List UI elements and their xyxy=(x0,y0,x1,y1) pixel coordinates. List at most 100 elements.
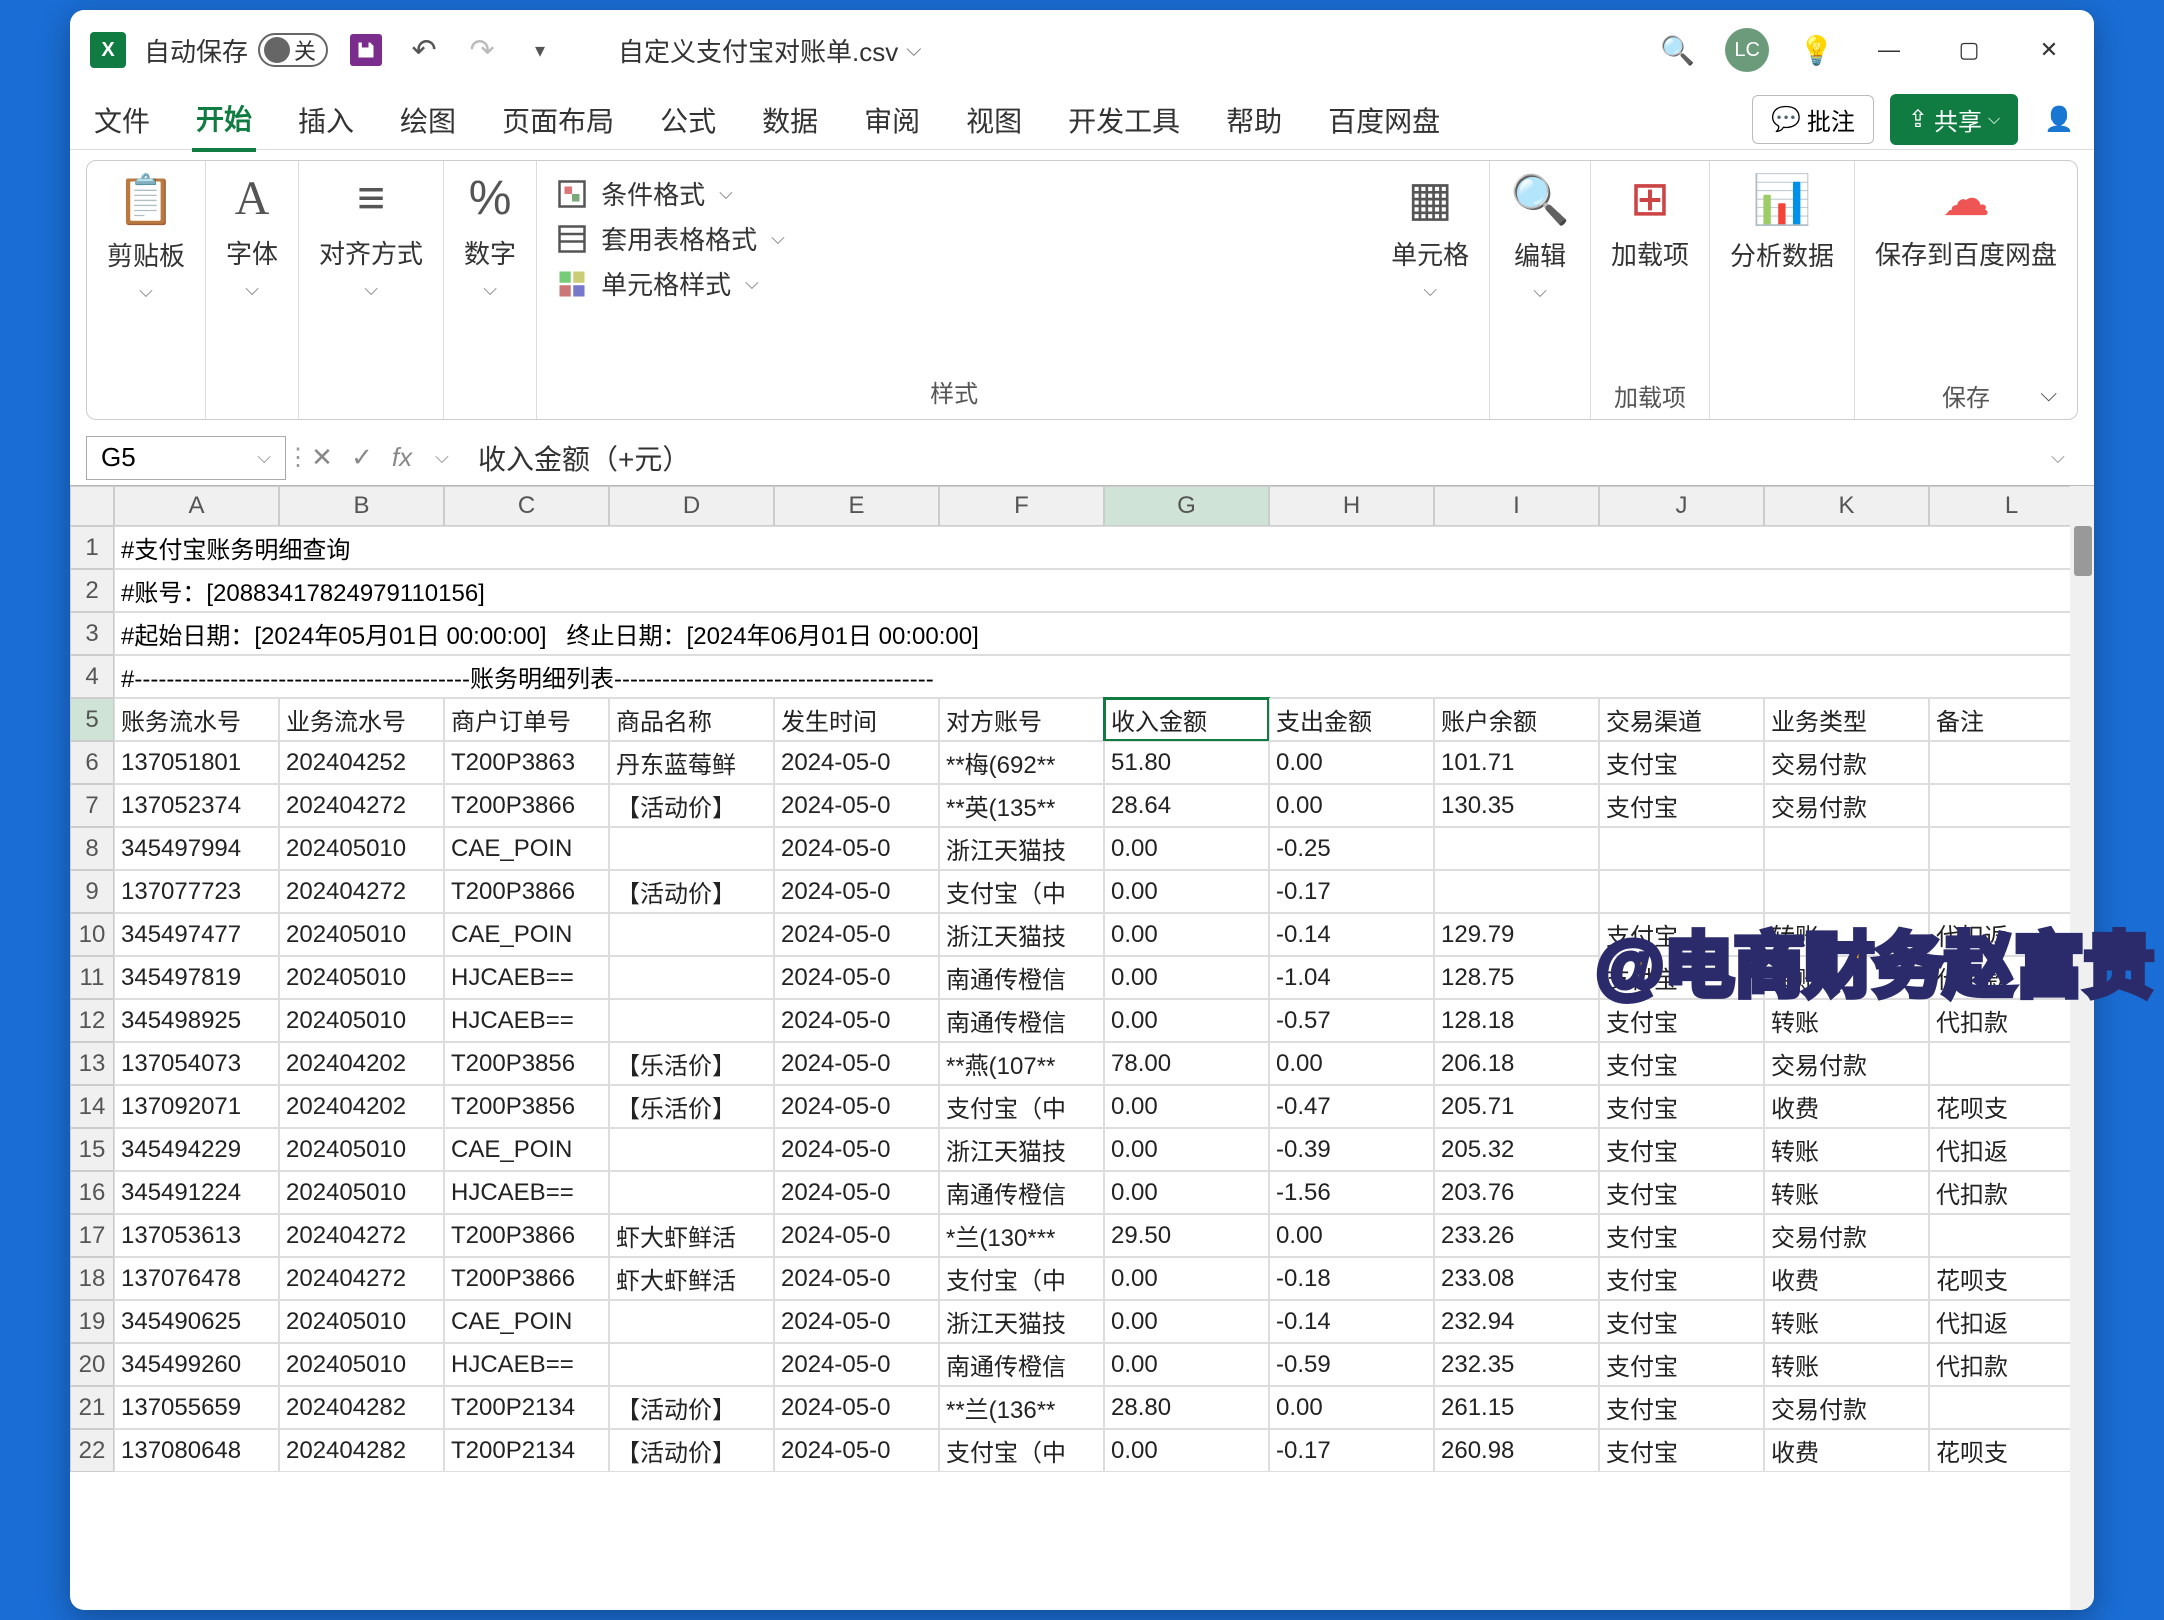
data-cell[interactable]: 转账 xyxy=(1764,1171,1929,1214)
col-header-D[interactable]: D xyxy=(609,486,774,526)
data-cell[interactable]: T200P2134 xyxy=(444,1429,609,1472)
data-cell[interactable]: 转账 xyxy=(1764,913,1929,956)
data-cell[interactable]: 345490625 xyxy=(114,1300,279,1343)
data-cell[interactable]: -0.57 xyxy=(1269,999,1434,1042)
data-cell[interactable]: 浙江天猫技 xyxy=(939,1300,1104,1343)
data-cell[interactable]: 345499260 xyxy=(114,1343,279,1386)
data-cell[interactable]: 支付宝 xyxy=(1599,956,1764,999)
cell-style-button[interactable]: 单元格样式 ⌵ xyxy=(557,261,1351,306)
data-cell[interactable]: 137076478 xyxy=(114,1257,279,1300)
data-cell[interactable]: 202405010 xyxy=(279,827,444,870)
data-cell[interactable]: 233.08 xyxy=(1434,1257,1599,1300)
data-cell[interactable]: 202405010 xyxy=(279,956,444,999)
data-cell[interactable]: 345491224 xyxy=(114,1171,279,1214)
data-cell[interactable] xyxy=(1434,870,1599,913)
row-header[interactable]: 16 xyxy=(70,1171,114,1214)
data-cell[interactable]: 233.26 xyxy=(1434,1214,1599,1257)
undo-button[interactable]: ↶ xyxy=(404,30,444,70)
data-cell[interactable]: 202404282 xyxy=(279,1386,444,1429)
data-cell[interactable]: 支付宝 xyxy=(1599,1257,1764,1300)
data-cell[interactable]: 202405010 xyxy=(279,1300,444,1343)
row-header[interactable]: 15 xyxy=(70,1128,114,1171)
data-cell[interactable]: 收费 xyxy=(1764,1429,1929,1472)
data-cell[interactable]: 南通传橙信 xyxy=(939,1343,1104,1386)
data-cell[interactable]: 2024-05-0 xyxy=(774,1128,939,1171)
data-cell[interactable]: 虾大虾鲜活 xyxy=(609,1257,774,1300)
data-cell[interactable]: 【活动价】 xyxy=(609,870,774,913)
row-header[interactable]: 10 xyxy=(70,913,114,956)
data-cell[interactable]: 29.50 xyxy=(1104,1214,1269,1257)
data-cell[interactable]: 2024-05-0 xyxy=(774,784,939,827)
data-cell[interactable]: 206.18 xyxy=(1434,1042,1599,1085)
cells-icon[interactable]: ▦ xyxy=(1408,171,1453,227)
tab-layout[interactable]: 页面布局 xyxy=(498,90,618,150)
percent-icon[interactable]: % xyxy=(469,171,512,226)
row-header[interactable]: 22 xyxy=(70,1429,114,1472)
data-cell[interactable]: 202405010 xyxy=(279,913,444,956)
data-cell[interactable] xyxy=(1764,870,1929,913)
data-cell[interactable] xyxy=(609,1300,774,1343)
data-cell[interactable] xyxy=(1599,870,1764,913)
data-cell[interactable]: 202405010 xyxy=(279,1128,444,1171)
data-cell[interactable]: 202404272 xyxy=(279,870,444,913)
col-header-K[interactable]: K xyxy=(1764,486,1929,526)
data-cell[interactable]: 【活动价】 xyxy=(609,1429,774,1472)
data-cell[interactable]: CAE_POIN xyxy=(444,1300,609,1343)
data-cell[interactable]: 收费 xyxy=(1764,1085,1929,1128)
analyze-icon[interactable]: 📊 xyxy=(1752,171,1812,228)
data-cell[interactable]: 2024-05-0 xyxy=(774,1085,939,1128)
data-cell[interactable]: 202404252 xyxy=(279,741,444,784)
data-cell[interactable] xyxy=(1764,827,1929,870)
data-cell[interactable]: 支付宝 xyxy=(1599,1042,1764,1085)
chevron-down-icon[interactable]: ⌵ xyxy=(245,279,259,300)
data-cell[interactable]: 101.71 xyxy=(1434,741,1599,784)
data-cell[interactable]: 51.80 xyxy=(1104,741,1269,784)
save-button[interactable] xyxy=(346,30,386,70)
comment-button[interactable]: 💬 批注 xyxy=(1752,95,1874,144)
data-cell[interactable]: 0.00 xyxy=(1104,1300,1269,1343)
data-cell[interactable]: 2024-05-0 xyxy=(774,1300,939,1343)
row-header[interactable]: 14 xyxy=(70,1085,114,1128)
data-cell[interactable]: **英(135** xyxy=(939,784,1104,827)
data-cell[interactable]: -0.18 xyxy=(1269,1257,1434,1300)
col-header-A[interactable]: A xyxy=(114,486,279,526)
data-cell[interactable] xyxy=(609,1171,774,1214)
data-cell[interactable]: T200P3866 xyxy=(444,870,609,913)
row-header[interactable]: 19 xyxy=(70,1300,114,1343)
data-cell[interactable]: 232.35 xyxy=(1434,1343,1599,1386)
data-cell[interactable]: 0.00 xyxy=(1104,956,1269,999)
chevron-down-icon[interactable]: ⌵ xyxy=(139,281,153,302)
data-cell[interactable]: 0.00 xyxy=(1104,870,1269,913)
row-header[interactable]: 2 xyxy=(70,569,114,612)
row-header[interactable]: 6 xyxy=(70,741,114,784)
col-header-E[interactable]: E xyxy=(774,486,939,526)
data-cell[interactable]: 交易付款 xyxy=(1764,1214,1929,1257)
data-cell[interactable]: **兰(136** xyxy=(939,1386,1104,1429)
data-cell[interactable]: 浙江天猫技 xyxy=(939,913,1104,956)
data-cell[interactable]: 202404202 xyxy=(279,1042,444,1085)
data-cell[interactable] xyxy=(1434,827,1599,870)
table-format-button[interactable]: 套用表格格式 ⌵ xyxy=(557,216,1351,261)
header-cell[interactable]: 支出金额 xyxy=(1269,698,1434,741)
maximize-button[interactable]: ▢ xyxy=(1944,30,1994,70)
data-cell[interactable]: 支付宝 xyxy=(1599,1386,1764,1429)
scroll-thumb[interactable] xyxy=(2074,526,2092,576)
tab-dev[interactable]: 开发工具 xyxy=(1064,90,1184,150)
data-cell[interactable]: T200P3856 xyxy=(444,1085,609,1128)
data-cell[interactable]: 232.94 xyxy=(1434,1300,1599,1343)
data-cell[interactable]: 支付宝 xyxy=(1599,784,1764,827)
autosave-toggle[interactable]: 自动保存 关 xyxy=(144,32,328,69)
data-cell[interactable]: 2024-05-0 xyxy=(774,1042,939,1085)
search-icon[interactable]: 🔍 xyxy=(1660,34,1695,67)
data-cell[interactable]: 137055659 xyxy=(114,1386,279,1429)
data-cell[interactable]: 0.00 xyxy=(1104,1085,1269,1128)
header-cell[interactable]: 对方账号 xyxy=(939,698,1104,741)
data-cell[interactable]: T200P3866 xyxy=(444,1214,609,1257)
redo-button[interactable]: ↷ xyxy=(462,30,502,70)
data-cell[interactable]: **梅(692** xyxy=(939,741,1104,784)
data-cell[interactable]: -0.59 xyxy=(1269,1343,1434,1386)
header-cell[interactable]: 交易渠道 xyxy=(1599,698,1764,741)
data-cell[interactable]: 0.00 xyxy=(1104,999,1269,1042)
header-cell[interactable]: 收入金额 xyxy=(1104,698,1269,741)
data-cell[interactable] xyxy=(609,1343,774,1386)
